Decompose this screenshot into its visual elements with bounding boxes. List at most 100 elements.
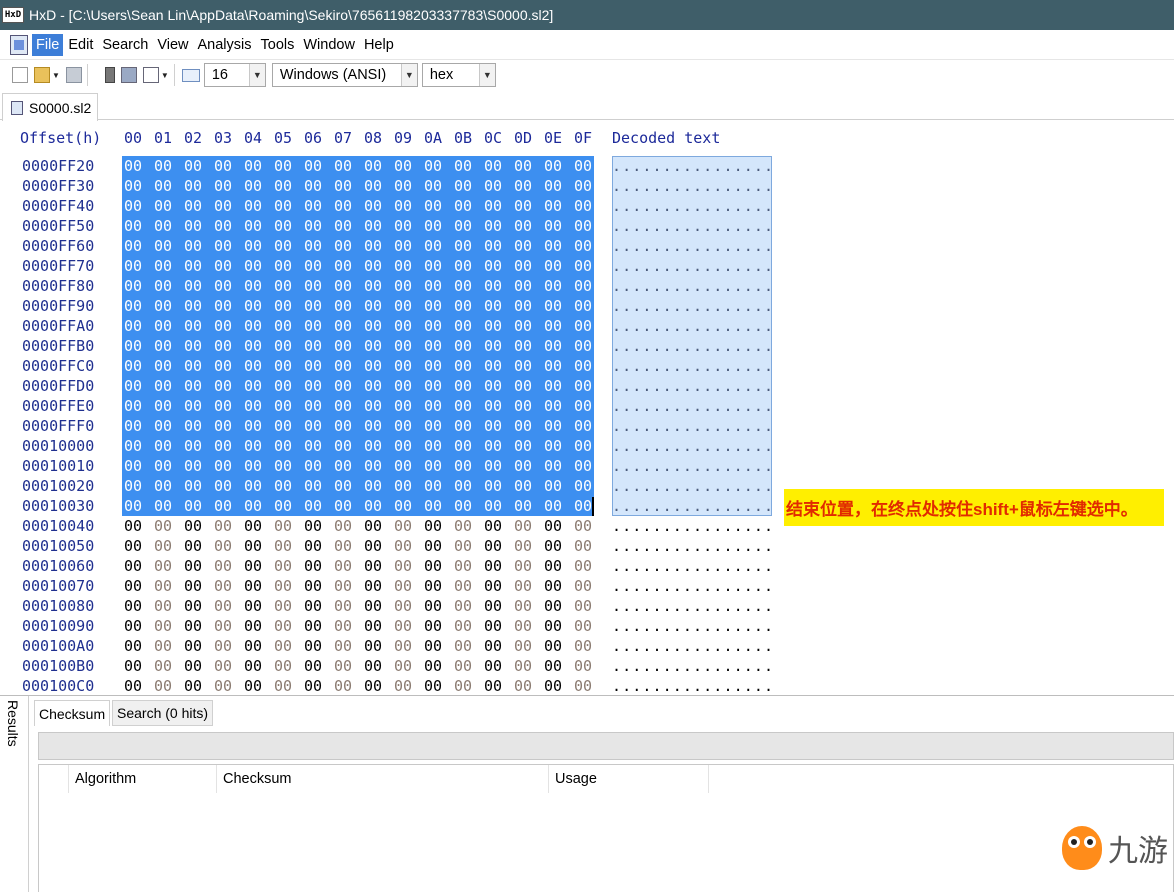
hex-byte[interactable]: 00: [182, 156, 204, 176]
hex-byte[interactable]: 00: [572, 496, 594, 516]
hex-byte[interactable]: 00: [152, 596, 174, 616]
hex-byte[interactable]: 00: [332, 176, 354, 196]
hex-byte[interactable]: 00: [512, 256, 534, 276]
hex-byte[interactable]: 00: [332, 656, 354, 676]
hex-byte[interactable]: 00: [272, 256, 294, 276]
hex-byte[interactable]: 00: [422, 316, 444, 336]
hex-byte[interactable]: 00: [212, 356, 234, 376]
hex-byte[interactable]: 00: [542, 296, 564, 316]
hex-byte[interactable]: 00: [272, 336, 294, 356]
hex-byte[interactable]: 00: [212, 176, 234, 196]
hex-byte[interactable]: 00: [392, 456, 414, 476]
tab-search-results[interactable]: Search (0 hits): [112, 700, 214, 726]
hex-byte[interactable]: 00: [392, 536, 414, 556]
hex-byte[interactable]: 00: [152, 576, 174, 596]
menu-help[interactable]: Help: [360, 34, 398, 56]
hex-byte[interactable]: 00: [392, 216, 414, 236]
hex-byte[interactable]: 00: [242, 376, 264, 396]
offset-base-select[interactable]: hex ▼: [421, 63, 496, 87]
hex-byte[interactable]: 00: [422, 556, 444, 576]
hex-byte[interactable]: 00: [482, 176, 504, 196]
hex-byte[interactable]: 00: [512, 596, 534, 616]
hex-byte[interactable]: 00: [452, 496, 474, 516]
hex-byte[interactable]: 00: [482, 276, 504, 296]
menu-file[interactable]: File: [32, 33, 64, 56]
hex-byte[interactable]: 00: [482, 436, 504, 456]
hex-byte[interactable]: 00: [302, 196, 324, 216]
hex-byte[interactable]: 00: [572, 536, 594, 556]
hex-byte[interactable]: 00: [122, 556, 144, 576]
hex-byte[interactable]: 00: [362, 496, 384, 516]
open-icon[interactable]: [34, 67, 50, 83]
decoded-text-row[interactable]: ................: [612, 556, 773, 576]
hex-byte[interactable]: 00: [332, 316, 354, 336]
hex-byte[interactable]: 00: [302, 376, 324, 396]
hex-byte[interactable]: 00: [392, 156, 414, 176]
hex-byte[interactable]: 00: [422, 496, 444, 516]
hex-byte[interactable]: 00: [122, 516, 144, 536]
hex-byte[interactable]: 00: [452, 636, 474, 656]
hex-byte[interactable]: 00: [422, 636, 444, 656]
hex-byte[interactable]: 00: [422, 536, 444, 556]
decoded-text-row[interactable]: ................: [612, 376, 773, 396]
hex-byte[interactable]: 00: [362, 396, 384, 416]
hex-byte[interactable]: 00: [242, 456, 264, 476]
hex-byte[interactable]: 00: [572, 316, 594, 336]
decoded-text-row[interactable]: ................: [612, 656, 773, 676]
hex-byte[interactable]: 00: [542, 156, 564, 176]
hex-byte[interactable]: 00: [392, 236, 414, 256]
hex-byte[interactable]: 00: [272, 616, 294, 636]
hex-byte[interactable]: 00: [302, 456, 324, 476]
hex-byte[interactable]: 00: [122, 416, 144, 436]
hex-byte[interactable]: 00: [422, 376, 444, 396]
hex-byte[interactable]: 00: [362, 256, 384, 276]
hex-byte[interactable]: 00: [572, 156, 594, 176]
hex-byte[interactable]: 00: [422, 276, 444, 296]
hex-byte[interactable]: 00: [452, 396, 474, 416]
hex-byte[interactable]: 00: [452, 276, 474, 296]
hex-byte[interactable]: 00: [542, 236, 564, 256]
hex-byte[interactable]: 00: [482, 376, 504, 396]
hex-byte[interactable]: 00: [362, 236, 384, 256]
hex-byte[interactable]: 00: [152, 296, 174, 316]
hex-byte[interactable]: 00: [572, 396, 594, 416]
hex-byte[interactable]: 00: [332, 196, 354, 216]
hex-byte[interactable]: 00: [512, 536, 534, 556]
hex-byte[interactable]: 00: [362, 356, 384, 376]
decoded-text-row[interactable]: ................: [612, 476, 773, 496]
hex-byte[interactable]: 00: [542, 516, 564, 536]
menu-tools[interactable]: Tools: [257, 34, 299, 56]
hex-byte[interactable]: 00: [362, 676, 384, 695]
hex-byte[interactable]: 00: [212, 236, 234, 256]
hex-byte[interactable]: 00: [422, 656, 444, 676]
hex-byte[interactable]: 00: [212, 636, 234, 656]
hex-byte[interactable]: 00: [512, 156, 534, 176]
hex-byte[interactable]: 00: [242, 216, 264, 236]
hex-byte[interactable]: 00: [302, 496, 324, 516]
hex-byte[interactable]: 00: [242, 296, 264, 316]
hex-byte[interactable]: 00: [122, 496, 144, 516]
hex-byte[interactable]: 00: [302, 416, 324, 436]
hex-byte[interactable]: 00: [482, 356, 504, 376]
hex-byte[interactable]: 00: [212, 456, 234, 476]
hex-byte[interactable]: 00: [572, 576, 594, 596]
hex-byte[interactable]: 00: [182, 496, 204, 516]
decoded-text-row[interactable]: ................: [612, 636, 773, 656]
hex-byte[interactable]: 00: [362, 436, 384, 456]
hex-byte[interactable]: 00: [542, 616, 564, 636]
hex-byte[interactable]: 00: [272, 576, 294, 596]
hex-byte[interactable]: 00: [542, 396, 564, 416]
hex-byte[interactable]: 00: [122, 596, 144, 616]
hex-byte[interactable]: 00: [572, 476, 594, 496]
hex-byte[interactable]: 00: [542, 416, 564, 436]
hex-byte[interactable]: 00: [272, 496, 294, 516]
hex-byte[interactable]: 00: [422, 576, 444, 596]
hex-byte[interactable]: 00: [392, 316, 414, 336]
hex-byte[interactable]: 00: [272, 356, 294, 376]
hex-byte[interactable]: 00: [302, 596, 324, 616]
decoded-text-row[interactable]: ................: [612, 236, 773, 256]
hex-byte[interactable]: 00: [182, 676, 204, 695]
hex-byte[interactable]: 00: [542, 456, 564, 476]
hex-byte[interactable]: 00: [512, 516, 534, 536]
hex-byte[interactable]: 00: [422, 256, 444, 276]
